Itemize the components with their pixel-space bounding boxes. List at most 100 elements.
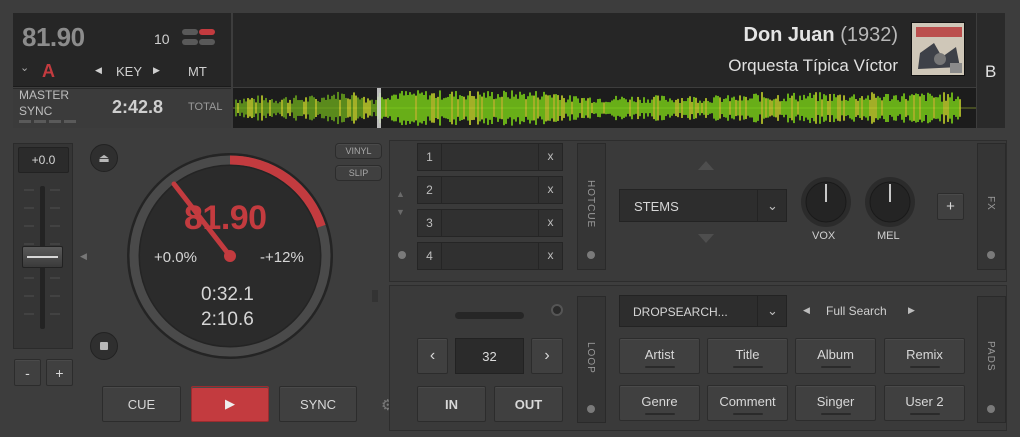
chevron-down-icon: ⌄ (757, 296, 787, 326)
fx-tab-led (987, 251, 995, 259)
bpm-display[interactable]: 81.90 (22, 22, 85, 53)
key-lock-button[interactable]: MT (188, 64, 207, 79)
pad-button[interactable]: User 2 (884, 385, 965, 421)
hotcue-delete-button[interactable]: x (538, 144, 562, 170)
jog-pitch-percent: +0.0% (154, 249, 197, 266)
pad-button[interactable]: Singer (795, 385, 876, 421)
jog-bpm: 81.90 (184, 199, 267, 237)
mel-knob[interactable] (864, 176, 916, 228)
hotcue-slot[interactable]: 1x (417, 143, 563, 171)
track-artist[interactable]: Orquesta Típica Víctor (728, 56, 898, 76)
loop-tab-led (587, 405, 595, 413)
pad-label: Remix (906, 347, 943, 362)
stems-dropdown-value: STEMS (634, 199, 679, 214)
stems-down-icon[interactable] (698, 234, 714, 243)
key-next-icon[interactable]: ▶ (153, 65, 160, 76)
deck-panel: 81.90 10 ⌄ A ◀ KEY ▶ MT MASTER SYNC 2:42… (0, 0, 1020, 437)
pitch-minus-button[interactable]: - (14, 359, 41, 386)
track-title[interactable]: Don Juan (1932) (744, 24, 899, 47)
pads-mode-next-icon[interactable]: ▶ (908, 305, 915, 316)
pad-led (732, 366, 763, 368)
loop-in-button[interactable]: IN (417, 386, 486, 422)
pad-button[interactable]: Comment (707, 385, 788, 421)
pads-mode[interactable]: Full Search (826, 304, 887, 318)
loop-led[interactable] (551, 304, 563, 316)
pitch-range-led (199, 39, 215, 45)
pitch-range-value[interactable]: 10 (154, 31, 170, 47)
loop-roll-bar[interactable] (455, 312, 524, 319)
hotcue-up-icon[interactable]: ▲ (396, 189, 405, 199)
stop-icon[interactable] (90, 332, 118, 360)
sync-label[interactable]: SYNC (19, 104, 52, 118)
loop-next-button[interactable]: › (531, 338, 563, 374)
pad-button[interactable]: Remix (884, 338, 965, 374)
hotcue-delete-button[interactable]: x (538, 210, 562, 236)
pad-label: Comment (719, 394, 776, 409)
pads-mode-prev-icon[interactable]: ◀ (803, 305, 810, 316)
add-stem-button[interactable]: + (937, 193, 964, 220)
pads-dropdown[interactable]: DROPSEARCH... ⌄ (619, 295, 787, 327)
total-label[interactable]: TOTAL (188, 101, 222, 113)
pad-label: User 2 (905, 394, 944, 409)
hotcue-number: 4 (418, 243, 442, 269)
pad-led (644, 413, 675, 415)
pad-label: Artist (644, 347, 675, 362)
chevron-down-icon: ⌄ (757, 190, 787, 221)
pitch-slider-handle[interactable] (22, 246, 63, 268)
pitch-reset-icon[interactable]: ◀ (80, 251, 87, 262)
key-dropdown-icon[interactable]: ⌄ (20, 61, 29, 74)
master-button[interactable]: MASTER (19, 88, 69, 102)
stems-dropdown[interactable]: STEMS ⌄ (619, 189, 787, 222)
track-title-text: Don Juan (743, 24, 835, 46)
waveform-graphic (233, 88, 976, 128)
hotcue-number: 2 (418, 177, 442, 203)
pad-label: Genre (641, 394, 678, 409)
vinyl-button[interactable]: VINYL (335, 143, 382, 159)
play-button[interactable]: ▶ (191, 386, 269, 422)
divider (372, 290, 378, 302)
loop-out-button[interactable]: OUT (494, 386, 563, 422)
pitch-range-led-active (199, 29, 215, 35)
pads-tab-led (987, 405, 995, 413)
fx-label: FX (985, 196, 996, 211)
waveform[interactable] (233, 88, 976, 128)
pitch-plus-button[interactable]: + (46, 359, 73, 386)
pad-led (644, 366, 675, 368)
remaining-time[interactable]: 2:42.8 (112, 97, 163, 118)
deck-letter[interactable]: B (985, 62, 996, 82)
hotcue-slot[interactable]: 4x (417, 242, 563, 270)
pad-label: Singer (816, 394, 855, 409)
pitch-range-led (182, 29, 198, 35)
slip-button[interactable]: SLIP (335, 165, 382, 181)
key-label: KEY (116, 64, 143, 79)
hotcue-slot[interactable]: 3x (417, 209, 563, 237)
key-letter[interactable]: A (42, 61, 55, 82)
elapsed-time: 0:32.1 (201, 284, 254, 305)
hotcue-slot[interactable]: 2x (417, 176, 563, 204)
key-prev-icon[interactable]: ◀ (95, 65, 102, 76)
loop-label: LOOP (585, 342, 596, 374)
hotcue-down-icon[interactable]: ▼ (396, 207, 405, 217)
stems-up-icon[interactable] (698, 161, 714, 170)
loop-prev-button[interactable]: ‹ (417, 338, 448, 374)
hotcue-delete-button[interactable]: x (538, 243, 562, 269)
mel-label: MEL (877, 230, 900, 242)
remaining-time-jog: 2:10.6 (201, 309, 254, 330)
jog-pitch-range: -+12% (260, 249, 304, 266)
pad-button[interactable]: Album (795, 338, 876, 374)
pitch-value[interactable]: +0.0 (18, 147, 69, 173)
sync-button[interactable]: SYNC (279, 386, 357, 422)
pad-button[interactable]: Genre (619, 385, 700, 421)
cue-button[interactable]: CUE (102, 386, 181, 422)
vox-knob[interactable] (800, 176, 852, 228)
hotcue-number: 3 (418, 210, 442, 236)
eject-icon[interactable]: ⏏ (90, 144, 118, 172)
pads-label: PADS (985, 341, 996, 372)
pad-led (909, 366, 940, 368)
hotcue-delete-button[interactable]: x (538, 177, 562, 203)
hotcue-led (398, 251, 406, 259)
loop-size[interactable]: 32 (455, 338, 524, 374)
pad-led (820, 413, 851, 415)
pad-button[interactable]: Title (707, 338, 788, 374)
pad-button[interactable]: Artist (619, 338, 700, 374)
